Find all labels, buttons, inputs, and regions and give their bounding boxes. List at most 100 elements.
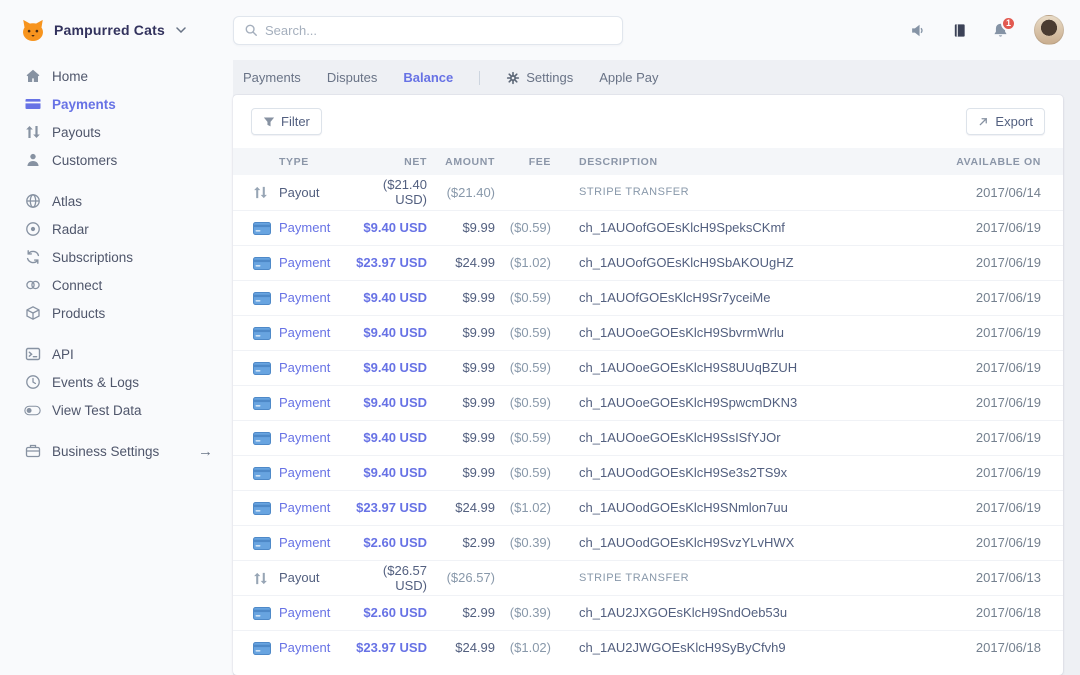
- type-icon-cell: [233, 560, 279, 595]
- table-header-row: TYPE NET AMOUNT FEE DESCRIPTION AVAILABL…: [233, 148, 1063, 175]
- filter-button[interactable]: Filter: [251, 108, 322, 135]
- transaction-type-link[interactable]: Payment: [279, 325, 330, 340]
- sidebar-item-payments[interactable]: Payments: [24, 90, 233, 118]
- net-amount: ($21.40 USD): [382, 177, 427, 208]
- sidebar-item-label: Atlas: [52, 193, 83, 209]
- transaction-description: ch_1AUOoeGOEsKlcH9S8UUqBZUH: [579, 360, 798, 375]
- transaction-type-link[interactable]: Payout: [279, 185, 319, 200]
- sidebar-item-label: API: [52, 346, 74, 362]
- transaction-type-link[interactable]: Payment: [279, 500, 330, 515]
- user-avatar[interactable]: [1034, 15, 1064, 45]
- tab-payments[interactable]: Payments: [243, 70, 301, 85]
- transaction-type-link[interactable]: Payment: [279, 255, 330, 270]
- transaction-type-link[interactable]: Payment: [279, 605, 330, 620]
- table-row[interactable]: Payment $9.40 USD $9.99 ($0.59) ch_1AUOo…: [233, 350, 1063, 385]
- table-row[interactable]: Payment $2.60 USD $2.99 ($0.39) ch_1AUOo…: [233, 525, 1063, 560]
- fee-amount: ($1.02): [509, 500, 551, 515]
- sidebar-item-payouts[interactable]: Payouts: [24, 118, 233, 146]
- transaction-type-link[interactable]: Payment: [279, 220, 330, 235]
- gross-amount: $24.99: [455, 500, 495, 515]
- sidebar-item-home[interactable]: Home: [24, 62, 233, 90]
- sidebar-item-events-logs[interactable]: Events & Logs: [24, 368, 233, 396]
- fee-amount: ($0.59): [509, 395, 551, 410]
- payouts-arrows-icon: [24, 124, 41, 141]
- type-icon-cell: [233, 630, 279, 665]
- balance-card: Filter Export TYPE NET AMOUNT FEE DESCRI…: [233, 95, 1063, 675]
- tab-label: Disputes: [326, 70, 378, 85]
- table-row[interactable]: Payment $23.97 USD $24.99 ($1.02) ch_1AU…: [233, 490, 1063, 525]
- sidebar-item-radar[interactable]: Radar: [24, 215, 233, 243]
- header-icon-spacer: [233, 148, 279, 175]
- tab-divider: [479, 70, 481, 85]
- transaction-type-link[interactable]: Payment: [279, 535, 330, 550]
- table-row[interactable]: Payment $9.40 USD $9.99 ($0.59) ch_1AUOo…: [233, 315, 1063, 350]
- transaction-description: ch_1AUOodGOEsKlcH9SvzYLvHWX: [579, 535, 795, 550]
- transaction-type-link[interactable]: Payment: [279, 360, 330, 375]
- payments-card-icon: [24, 96, 41, 113]
- sidebar-item-customers[interactable]: Customers: [24, 146, 233, 174]
- sidebar-item-label: Connect: [52, 277, 103, 293]
- net-amount: $9.40 USD: [363, 465, 427, 480]
- available-on-date: 2017/06/19: [975, 325, 1041, 340]
- notifications-bell-icon[interactable]: 1: [992, 15, 1016, 39]
- net-amount: $9.40 USD: [363, 220, 427, 235]
- filter-funnel-icon: [263, 116, 275, 128]
- transaction-type-link[interactable]: Payment: [279, 640, 330, 655]
- header-available-on: AVAILABLE ON: [943, 148, 1063, 175]
- tab-label: Settings: [526, 70, 574, 85]
- export-button-label: Export: [995, 114, 1033, 129]
- transaction-type-link[interactable]: Payout: [279, 570, 319, 585]
- sidebar-item-connect[interactable]: Connect: [24, 271, 233, 299]
- table-row[interactable]: Payment $9.40 USD $9.99 ($0.59) ch_1AUOo…: [233, 455, 1063, 490]
- radar-icon: [24, 221, 41, 238]
- payment-card-icon: [253, 432, 271, 446]
- fee-amount: [495, 175, 551, 210]
- sidebar-item-label: Events & Logs: [52, 374, 140, 390]
- payment-card-icon: [253, 362, 271, 376]
- type-icon-cell: [233, 280, 279, 315]
- tab-apple-pay[interactable]: Apple Pay: [599, 70, 658, 85]
- sidebar-item-subscriptions[interactable]: Subscriptions: [24, 243, 233, 271]
- transaction-type-link[interactable]: Payment: [279, 395, 330, 410]
- table-row[interactable]: Payment $9.40 USD $9.99 ($0.59) ch_1AUOo…: [233, 210, 1063, 245]
- table-row[interactable]: Payout ($26.57 USD) ($26.57) STRIPE TRAN…: [233, 560, 1063, 595]
- tab-disputes[interactable]: Disputes: [327, 70, 378, 85]
- sidebar-item-products[interactable]: Products: [24, 299, 233, 327]
- transaction-type-link[interactable]: Payment: [279, 465, 330, 480]
- table-row[interactable]: Payment $23.97 USD $24.99 ($1.02) ch_1AU…: [233, 630, 1063, 665]
- net-amount: $9.40 USD: [363, 360, 427, 375]
- main-content: Payments Disputes Balance Settings Apple…: [233, 60, 1080, 675]
- account-logo-cat-icon: [20, 17, 46, 43]
- table-row[interactable]: Payment $9.40 USD $9.99 ($0.59) ch_1AUOo…: [233, 420, 1063, 455]
- card-toolbar: Filter Export: [233, 95, 1063, 148]
- transaction-description: ch_1AUOoeGOEsKlcH9SsISfYJOr: [579, 430, 781, 445]
- tab-balance[interactable]: Balance: [403, 70, 453, 85]
- announcements-megaphone-icon[interactable]: [910, 22, 927, 39]
- sidebar-item-atlas[interactable]: Atlas: [24, 187, 233, 215]
- table-row[interactable]: Payout ($21.40 USD) ($21.40) STRIPE TRAN…: [233, 175, 1063, 210]
- export-button[interactable]: Export: [966, 108, 1045, 135]
- subscriptions-cycle-icon: [24, 249, 41, 266]
- gross-amount: $9.99: [462, 465, 495, 480]
- payment-card-icon: [253, 502, 271, 516]
- payments-tabs: Payments Disputes Balance Settings Apple…: [233, 60, 1063, 95]
- sidebar-item-business-settings[interactable]: Business Settings →: [24, 437, 233, 465]
- net-amount: $23.97 USD: [356, 500, 427, 515]
- search-box[interactable]: [233, 15, 623, 45]
- gear-icon: [506, 71, 520, 85]
- transaction-type-link[interactable]: Payment: [279, 430, 330, 445]
- table-row[interactable]: Payment $9.40 USD $9.99 ($0.59) ch_1AUOo…: [233, 385, 1063, 420]
- transaction-type-link[interactable]: Payment: [279, 290, 330, 305]
- docs-book-icon[interactable]: [952, 23, 967, 38]
- table-row[interactable]: Payment $23.97 USD $24.99 ($1.02) ch_1AU…: [233, 245, 1063, 280]
- sidebar-item-api[interactable]: API: [24, 340, 233, 368]
- table-row[interactable]: Payment $2.60 USD $2.99 ($0.39) ch_1AU2J…: [233, 595, 1063, 630]
- fee-amount: ($0.59): [509, 325, 551, 340]
- sidebar-item-view-test-data[interactable]: View Test Data: [24, 396, 233, 424]
- tab-settings[interactable]: Settings: [506, 70, 573, 85]
- fee-amount: ($0.59): [509, 290, 551, 305]
- account-switcher[interactable]: Pampurred Cats: [0, 17, 233, 43]
- search-input[interactable]: [265, 22, 612, 38]
- sidebar-item-label: Payments: [52, 96, 116, 112]
- table-row[interactable]: Payment $9.40 USD $9.99 ($0.59) ch_1AUOf…: [233, 280, 1063, 315]
